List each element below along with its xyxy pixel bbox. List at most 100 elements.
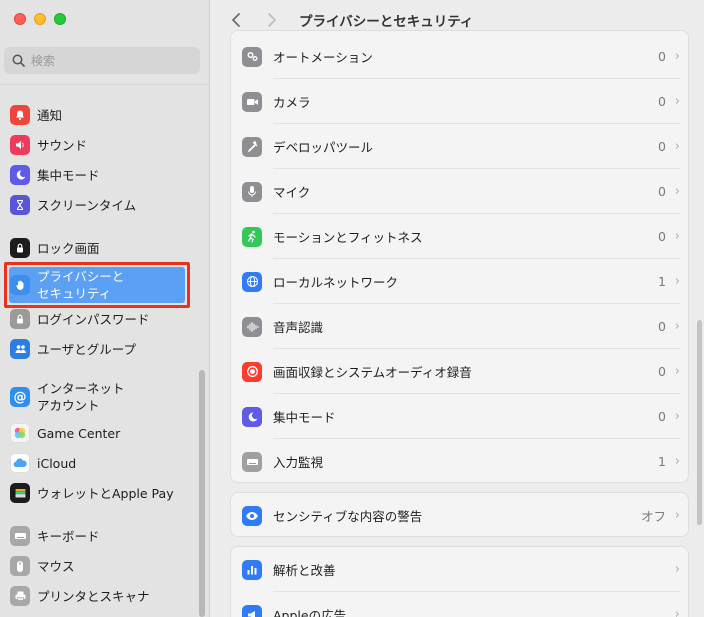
sidebar-item-label: マウス (37, 558, 75, 574)
row-local-network[interactable]: ローカルネットワーク 1 › (231, 259, 690, 304)
sidebar-item-internet-accounts[interactable]: @ インターネット アカウント (10, 378, 186, 416)
moon-icon (10, 165, 30, 185)
hammer-icon (242, 136, 262, 157)
row-count: 0 (658, 229, 666, 244)
running-icon (242, 226, 262, 247)
sidebar-item-lock-screen[interactable]: ロック画面 (10, 235, 186, 261)
sidebar-item-login-password[interactable]: ログインパスワード (10, 306, 186, 332)
row-input-monitoring[interactable]: 入力監視 1 › (231, 439, 690, 484)
sidebar-item-label: 通知 (37, 107, 63, 123)
cloud-icon (10, 453, 30, 473)
forward-button[interactable] (261, 9, 283, 31)
bell-icon (10, 105, 30, 125)
record-icon (242, 361, 262, 382)
sidebar-item-label: ウォレットとApple Pay (37, 485, 174, 501)
row-screen-recording[interactable]: 画面収録とシステムオーディオ録音 0 › (231, 349, 690, 394)
chevron-right-icon: › (674, 409, 680, 424)
row-label: モーションとフィットネス (273, 230, 423, 245)
search-icon (12, 54, 25, 67)
row-label: センシティブな内容の警告 (273, 509, 423, 524)
chevron-right-icon: › (674, 229, 680, 244)
row-developer-tools[interactable]: デベロッパツール 0 › (231, 124, 690, 169)
chevron-right-icon: › (674, 319, 680, 334)
close-button[interactable] (14, 13, 26, 25)
camera-icon (242, 91, 262, 112)
window-controls (14, 13, 66, 25)
divider (0, 84, 209, 85)
analytics-group: 解析と改善 › Appleの広告 › (230, 546, 689, 617)
search-input[interactable] (31, 53, 191, 68)
eye-icon (242, 505, 262, 526)
chevron-right-icon: › (674, 274, 680, 289)
row-focus[interactable]: 集中モード 0 › (231, 394, 690, 439)
microphone-icon (242, 181, 262, 202)
sensitive-content-group: センシティブな内容の警告 オフ › (230, 492, 689, 537)
sidebar-item-wallet[interactable]: ウォレットとApple Pay (10, 480, 186, 506)
row-label: 集中モード (273, 410, 336, 425)
row-label: 入力監視 (273, 455, 324, 470)
row-automation[interactable]: オートメーション 0 › (231, 34, 690, 79)
row-label: デベロッパツール (273, 140, 374, 155)
row-count: 0 (658, 409, 666, 424)
row-label: ローカルネットワーク (273, 275, 399, 290)
globe-icon (242, 271, 262, 292)
row-analytics[interactable]: 解析と改善 › (231, 547, 690, 592)
row-label: マイク (273, 185, 311, 200)
zoom-button[interactable] (54, 13, 66, 25)
chevron-right-icon: › (674, 562, 680, 577)
megaphone-icon (242, 604, 262, 617)
row-count: 0 (658, 94, 666, 109)
sidebar-item-label: プリンタとスキャナ (37, 588, 150, 604)
chevron-right-icon: › (674, 454, 680, 469)
search-field[interactable] (4, 47, 200, 74)
sidebar-item-sound[interactable]: サウンド (10, 132, 186, 158)
wallet-icon (10, 483, 30, 503)
row-microphone[interactable]: マイク 0 › (231, 169, 690, 214)
sidebar-item-label: iCloud (37, 455, 77, 471)
page-title: プライバシーとセキュリティ (299, 14, 474, 30)
sidebar-item-mouse[interactable]: マウス (10, 553, 186, 579)
hourglass-icon (10, 195, 30, 215)
keyboard-icon (10, 526, 30, 546)
bar-chart-icon (242, 559, 262, 580)
sidebar-item-privacy-security[interactable]: プライバシーと セキュリティ (10, 266, 186, 304)
sidebar-item-game-center[interactable]: Game Center (10, 420, 186, 446)
mouse-icon (10, 556, 30, 576)
sidebar-item-screen-time[interactable]: スクリーンタイム (10, 192, 186, 218)
chevron-left-icon (232, 13, 240, 27)
sidebar-item-printers[interactable]: プリンタとスキャナ (10, 583, 186, 609)
sidebar-item-label: ログインパスワード (37, 311, 150, 327)
sidebar-item-label: サウンド (37, 137, 88, 153)
back-button[interactable] (225, 9, 247, 31)
sidebar-item-users-groups[interactable]: ユーザとグループ (10, 336, 186, 362)
keyboard-icon (242, 451, 262, 472)
main-content: プライバシーとセキュリティ オートメーション 0 › カメラ 0 › デベロッパ… (211, 0, 704, 617)
row-motion-fitness[interactable]: モーションとフィットネス 0 › (231, 214, 690, 259)
printer-icon (10, 586, 30, 606)
moon-icon (242, 406, 262, 427)
minimize-button[interactable] (34, 13, 46, 25)
row-label: 画面収録とシステムオーディオ録音 (273, 365, 472, 380)
sidebar-scrollbar[interactable] (199, 370, 205, 617)
sidebar-item-notifications[interactable]: 通知 (10, 102, 186, 128)
waveform-icon (242, 316, 262, 337)
chevron-right-icon: › (674, 184, 680, 199)
sidebar-item-icloud[interactable]: iCloud (10, 450, 186, 476)
permissions-group: オートメーション 0 › カメラ 0 › デベロッパツール 0 › マイク 0 … (230, 30, 689, 483)
hand-icon (10, 275, 30, 295)
chevron-right-icon: › (674, 607, 680, 617)
row-count: 0 (658, 139, 666, 154)
row-sensitive-content[interactable]: センシティブな内容の警告 オフ › (231, 493, 690, 538)
sidebar-item-label: ユーザとグループ (37, 341, 137, 357)
sidebar-item-label: ロック画面 (37, 240, 100, 256)
row-camera[interactable]: カメラ 0 › (231, 79, 690, 124)
row-label: オートメーション (273, 50, 373, 65)
sidebar-item-label: インターネット アカウント (37, 381, 125, 413)
row-apple-advertising[interactable]: Appleの広告 › (231, 592, 690, 617)
row-speech-recognition[interactable]: 音声認識 0 › (231, 304, 690, 349)
main-scrollbar[interactable] (697, 320, 702, 525)
row-label: 音声認識 (273, 320, 324, 335)
sidebar-item-keyboard[interactable]: キーボード (10, 523, 186, 549)
sidebar-item-focus[interactable]: 集中モード (10, 162, 186, 188)
game-center-icon (10, 423, 30, 443)
